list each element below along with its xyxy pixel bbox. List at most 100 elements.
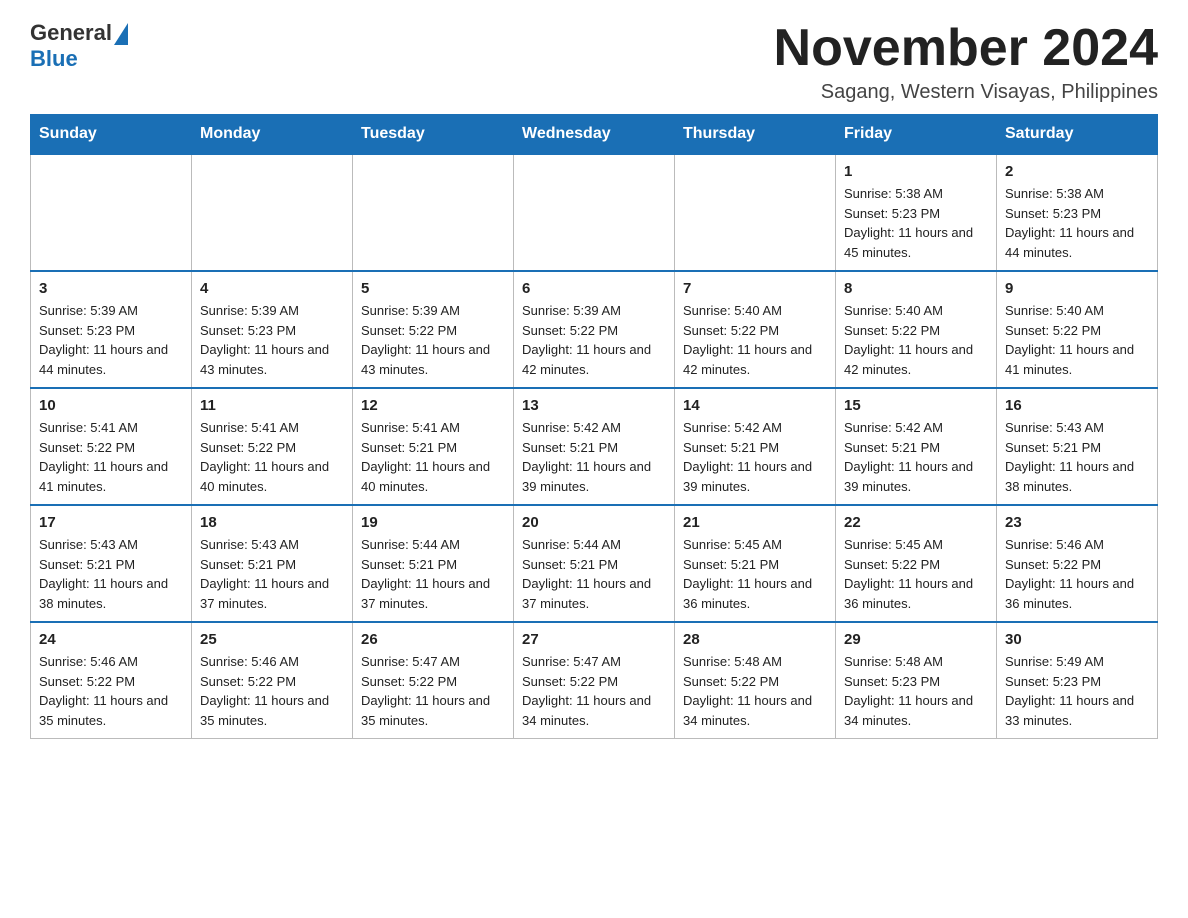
day-info: Sunrise: 5:44 AM Sunset: 5:21 PM Dayligh… xyxy=(522,535,666,613)
calendar-cell: 13 Sunrise: 5:42 AM Sunset: 5:21 PM Dayli… xyxy=(514,388,675,505)
calendar-cell: 4 Sunrise: 5:39 AM Sunset: 5:23 PM Daylig… xyxy=(192,271,353,388)
calendar-cell xyxy=(192,154,353,271)
calendar-cell xyxy=(675,154,836,271)
day-number: 21 xyxy=(683,514,827,531)
col-header-friday: Friday xyxy=(836,115,997,155)
calendar-cell: 22 Sunrise: 5:45 AM Sunset: 5:22 PM Dayli… xyxy=(836,505,997,622)
day-info: Sunrise: 5:40 AM Sunset: 5:22 PM Dayligh… xyxy=(1005,301,1149,379)
header-right: November 2024 Sagang, Western Visayas, P… xyxy=(774,20,1158,104)
calendar-cell: 9 Sunrise: 5:40 AM Sunset: 5:22 PM Daylig… xyxy=(997,271,1158,388)
calendar-cell: 21Sunrise: 5:45 AM Sunset: 5:21 PM Dayli… xyxy=(675,505,836,622)
calendar-cell: 23 Sunrise: 5:46 AM Sunset: 5:22 PM Dayli… xyxy=(997,505,1158,622)
day-info: Sunrise: 5:46 AM Sunset: 5:22 PM Dayligh… xyxy=(39,652,183,730)
calendar-cell: 28 Sunrise: 5:48 AM Sunset: 5:22 PM Dayli… xyxy=(675,622,836,739)
day-number: 22 xyxy=(844,514,988,531)
calendar-cell: 12 Sunrise: 5:41 AM Sunset: 5:21 PM Dayli… xyxy=(353,388,514,505)
calendar-header-row: SundayMondayTuesdayWednesdayThursdayFrid… xyxy=(31,115,1158,155)
day-number: 17 xyxy=(39,514,183,531)
day-number: 25 xyxy=(200,631,344,648)
day-info: Sunrise: 5:45 AM Sunset: 5:22 PM Dayligh… xyxy=(844,535,988,613)
week-row-5: 24 Sunrise: 5:46 AM Sunset: 5:22 PM Dayli… xyxy=(31,622,1158,739)
calendar-cell: 26Sunrise: 5:47 AM Sunset: 5:22 PM Dayli… xyxy=(353,622,514,739)
month-title: November 2024 xyxy=(774,20,1158,77)
day-info: Sunrise: 5:46 AM Sunset: 5:22 PM Dayligh… xyxy=(1005,535,1149,613)
day-number: 20 xyxy=(522,514,666,531)
calendar-cell: 11Sunrise: 5:41 AM Sunset: 5:22 PM Dayli… xyxy=(192,388,353,505)
calendar-cell: 19Sunrise: 5:44 AM Sunset: 5:21 PM Dayli… xyxy=(353,505,514,622)
week-row-3: 10Sunrise: 5:41 AM Sunset: 5:22 PM Dayli… xyxy=(31,388,1158,505)
week-row-2: 3Sunrise: 5:39 AM Sunset: 5:23 PM Daylig… xyxy=(31,271,1158,388)
day-number: 15 xyxy=(844,397,988,414)
day-number: 8 xyxy=(844,280,988,297)
col-header-monday: Monday xyxy=(192,115,353,155)
page-header: General Blue November 2024 Sagang, Weste… xyxy=(30,20,1158,104)
col-header-saturday: Saturday xyxy=(997,115,1158,155)
day-number: 19 xyxy=(361,514,505,531)
day-number: 5 xyxy=(361,280,505,297)
day-number: 23 xyxy=(1005,514,1149,531)
day-number: 12 xyxy=(361,397,505,414)
day-info: Sunrise: 5:42 AM Sunset: 5:21 PM Dayligh… xyxy=(522,418,666,496)
calendar-cell: 17 Sunrise: 5:43 AM Sunset: 5:21 PM Dayli… xyxy=(31,505,192,622)
calendar-cell: 7Sunrise: 5:40 AM Sunset: 5:22 PM Daylig… xyxy=(675,271,836,388)
day-info: Sunrise: 5:48 AM Sunset: 5:22 PM Dayligh… xyxy=(683,652,827,730)
calendar-cell: 1Sunrise: 5:38 AM Sunset: 5:23 PM Daylig… xyxy=(836,154,997,271)
day-info: Sunrise: 5:49 AM Sunset: 5:23 PM Dayligh… xyxy=(1005,652,1149,730)
calendar-cell: 29 Sunrise: 5:48 AM Sunset: 5:23 PM Dayli… xyxy=(836,622,997,739)
day-info: Sunrise: 5:42 AM Sunset: 5:21 PM Dayligh… xyxy=(683,418,827,496)
calendar-cell: 25Sunrise: 5:46 AM Sunset: 5:22 PM Dayli… xyxy=(192,622,353,739)
week-row-1: 1Sunrise: 5:38 AM Sunset: 5:23 PM Daylig… xyxy=(31,154,1158,271)
day-number: 14 xyxy=(683,397,827,414)
day-number: 13 xyxy=(522,397,666,414)
day-info: Sunrise: 5:42 AM Sunset: 5:21 PM Dayligh… xyxy=(844,418,988,496)
logo-triangle-icon xyxy=(114,23,128,45)
week-row-4: 17 Sunrise: 5:43 AM Sunset: 5:21 PM Dayli… xyxy=(31,505,1158,622)
calendar-cell: 10Sunrise: 5:41 AM Sunset: 5:22 PM Dayli… xyxy=(31,388,192,505)
calendar-cell: 2Sunrise: 5:38 AM Sunset: 5:23 PM Daylig… xyxy=(997,154,1158,271)
calendar-cell: 27 Sunrise: 5:47 AM Sunset: 5:22 PM Dayli… xyxy=(514,622,675,739)
day-info: Sunrise: 5:38 AM Sunset: 5:23 PM Dayligh… xyxy=(844,184,988,262)
logo-general-text: General xyxy=(30,20,112,46)
col-header-sunday: Sunday xyxy=(31,115,192,155)
calendar-cell: 30 Sunrise: 5:49 AM Sunset: 5:23 PM Dayli… xyxy=(997,622,1158,739)
day-number: 11 xyxy=(200,397,344,414)
day-number: 9 xyxy=(1005,280,1149,297)
day-info: Sunrise: 5:39 AM Sunset: 5:23 PM Dayligh… xyxy=(39,301,183,379)
calendar-cell: 3Sunrise: 5:39 AM Sunset: 5:23 PM Daylig… xyxy=(31,271,192,388)
day-number: 29 xyxy=(844,631,988,648)
day-number: 24 xyxy=(39,631,183,648)
col-header-tuesday: Tuesday xyxy=(353,115,514,155)
day-info: Sunrise: 5:39 AM Sunset: 5:22 PM Dayligh… xyxy=(361,301,505,379)
day-info: Sunrise: 5:48 AM Sunset: 5:23 PM Dayligh… xyxy=(844,652,988,730)
day-number: 16 xyxy=(1005,397,1149,414)
day-info: Sunrise: 5:41 AM Sunset: 5:21 PM Dayligh… xyxy=(361,418,505,496)
day-number: 28 xyxy=(683,631,827,648)
day-info: Sunrise: 5:39 AM Sunset: 5:23 PM Dayligh… xyxy=(200,301,344,379)
day-number: 4 xyxy=(200,280,344,297)
day-info: Sunrise: 5:43 AM Sunset: 5:21 PM Dayligh… xyxy=(39,535,183,613)
day-info: Sunrise: 5:43 AM Sunset: 5:21 PM Dayligh… xyxy=(200,535,344,613)
calendar-cell: 5 Sunrise: 5:39 AM Sunset: 5:22 PM Daylig… xyxy=(353,271,514,388)
logo-blue-text: Blue xyxy=(30,46,78,72)
calendar-cell: 14 Sunrise: 5:42 AM Sunset: 5:21 PM Dayli… xyxy=(675,388,836,505)
calendar-cell: 20 Sunrise: 5:44 AM Sunset: 5:21 PM Dayli… xyxy=(514,505,675,622)
day-info: Sunrise: 5:40 AM Sunset: 5:22 PM Dayligh… xyxy=(844,301,988,379)
location-subtitle: Sagang, Western Visayas, Philippines xyxy=(774,81,1158,104)
day-number: 30 xyxy=(1005,631,1149,648)
calendar-cell: 18Sunrise: 5:43 AM Sunset: 5:21 PM Dayli… xyxy=(192,505,353,622)
col-header-wednesday: Wednesday xyxy=(514,115,675,155)
calendar-cell: 6 Sunrise: 5:39 AM Sunset: 5:22 PM Daylig… xyxy=(514,271,675,388)
day-info: Sunrise: 5:47 AM Sunset: 5:22 PM Dayligh… xyxy=(522,652,666,730)
calendar-cell xyxy=(353,154,514,271)
day-number: 6 xyxy=(522,280,666,297)
calendar-cell: 8 Sunrise: 5:40 AM Sunset: 5:22 PM Daylig… xyxy=(836,271,997,388)
day-number: 10 xyxy=(39,397,183,414)
day-info: Sunrise: 5:39 AM Sunset: 5:22 PM Dayligh… xyxy=(522,301,666,379)
day-info: Sunrise: 5:38 AM Sunset: 5:23 PM Dayligh… xyxy=(1005,184,1149,262)
day-info: Sunrise: 5:47 AM Sunset: 5:22 PM Dayligh… xyxy=(361,652,505,730)
logo: General Blue xyxy=(30,20,128,72)
calendar-cell: 24 Sunrise: 5:46 AM Sunset: 5:22 PM Dayli… xyxy=(31,622,192,739)
day-info: Sunrise: 5:43 AM Sunset: 5:21 PM Dayligh… xyxy=(1005,418,1149,496)
calendar-cell: 15 Sunrise: 5:42 AM Sunset: 5:21 PM Dayli… xyxy=(836,388,997,505)
day-number: 27 xyxy=(522,631,666,648)
